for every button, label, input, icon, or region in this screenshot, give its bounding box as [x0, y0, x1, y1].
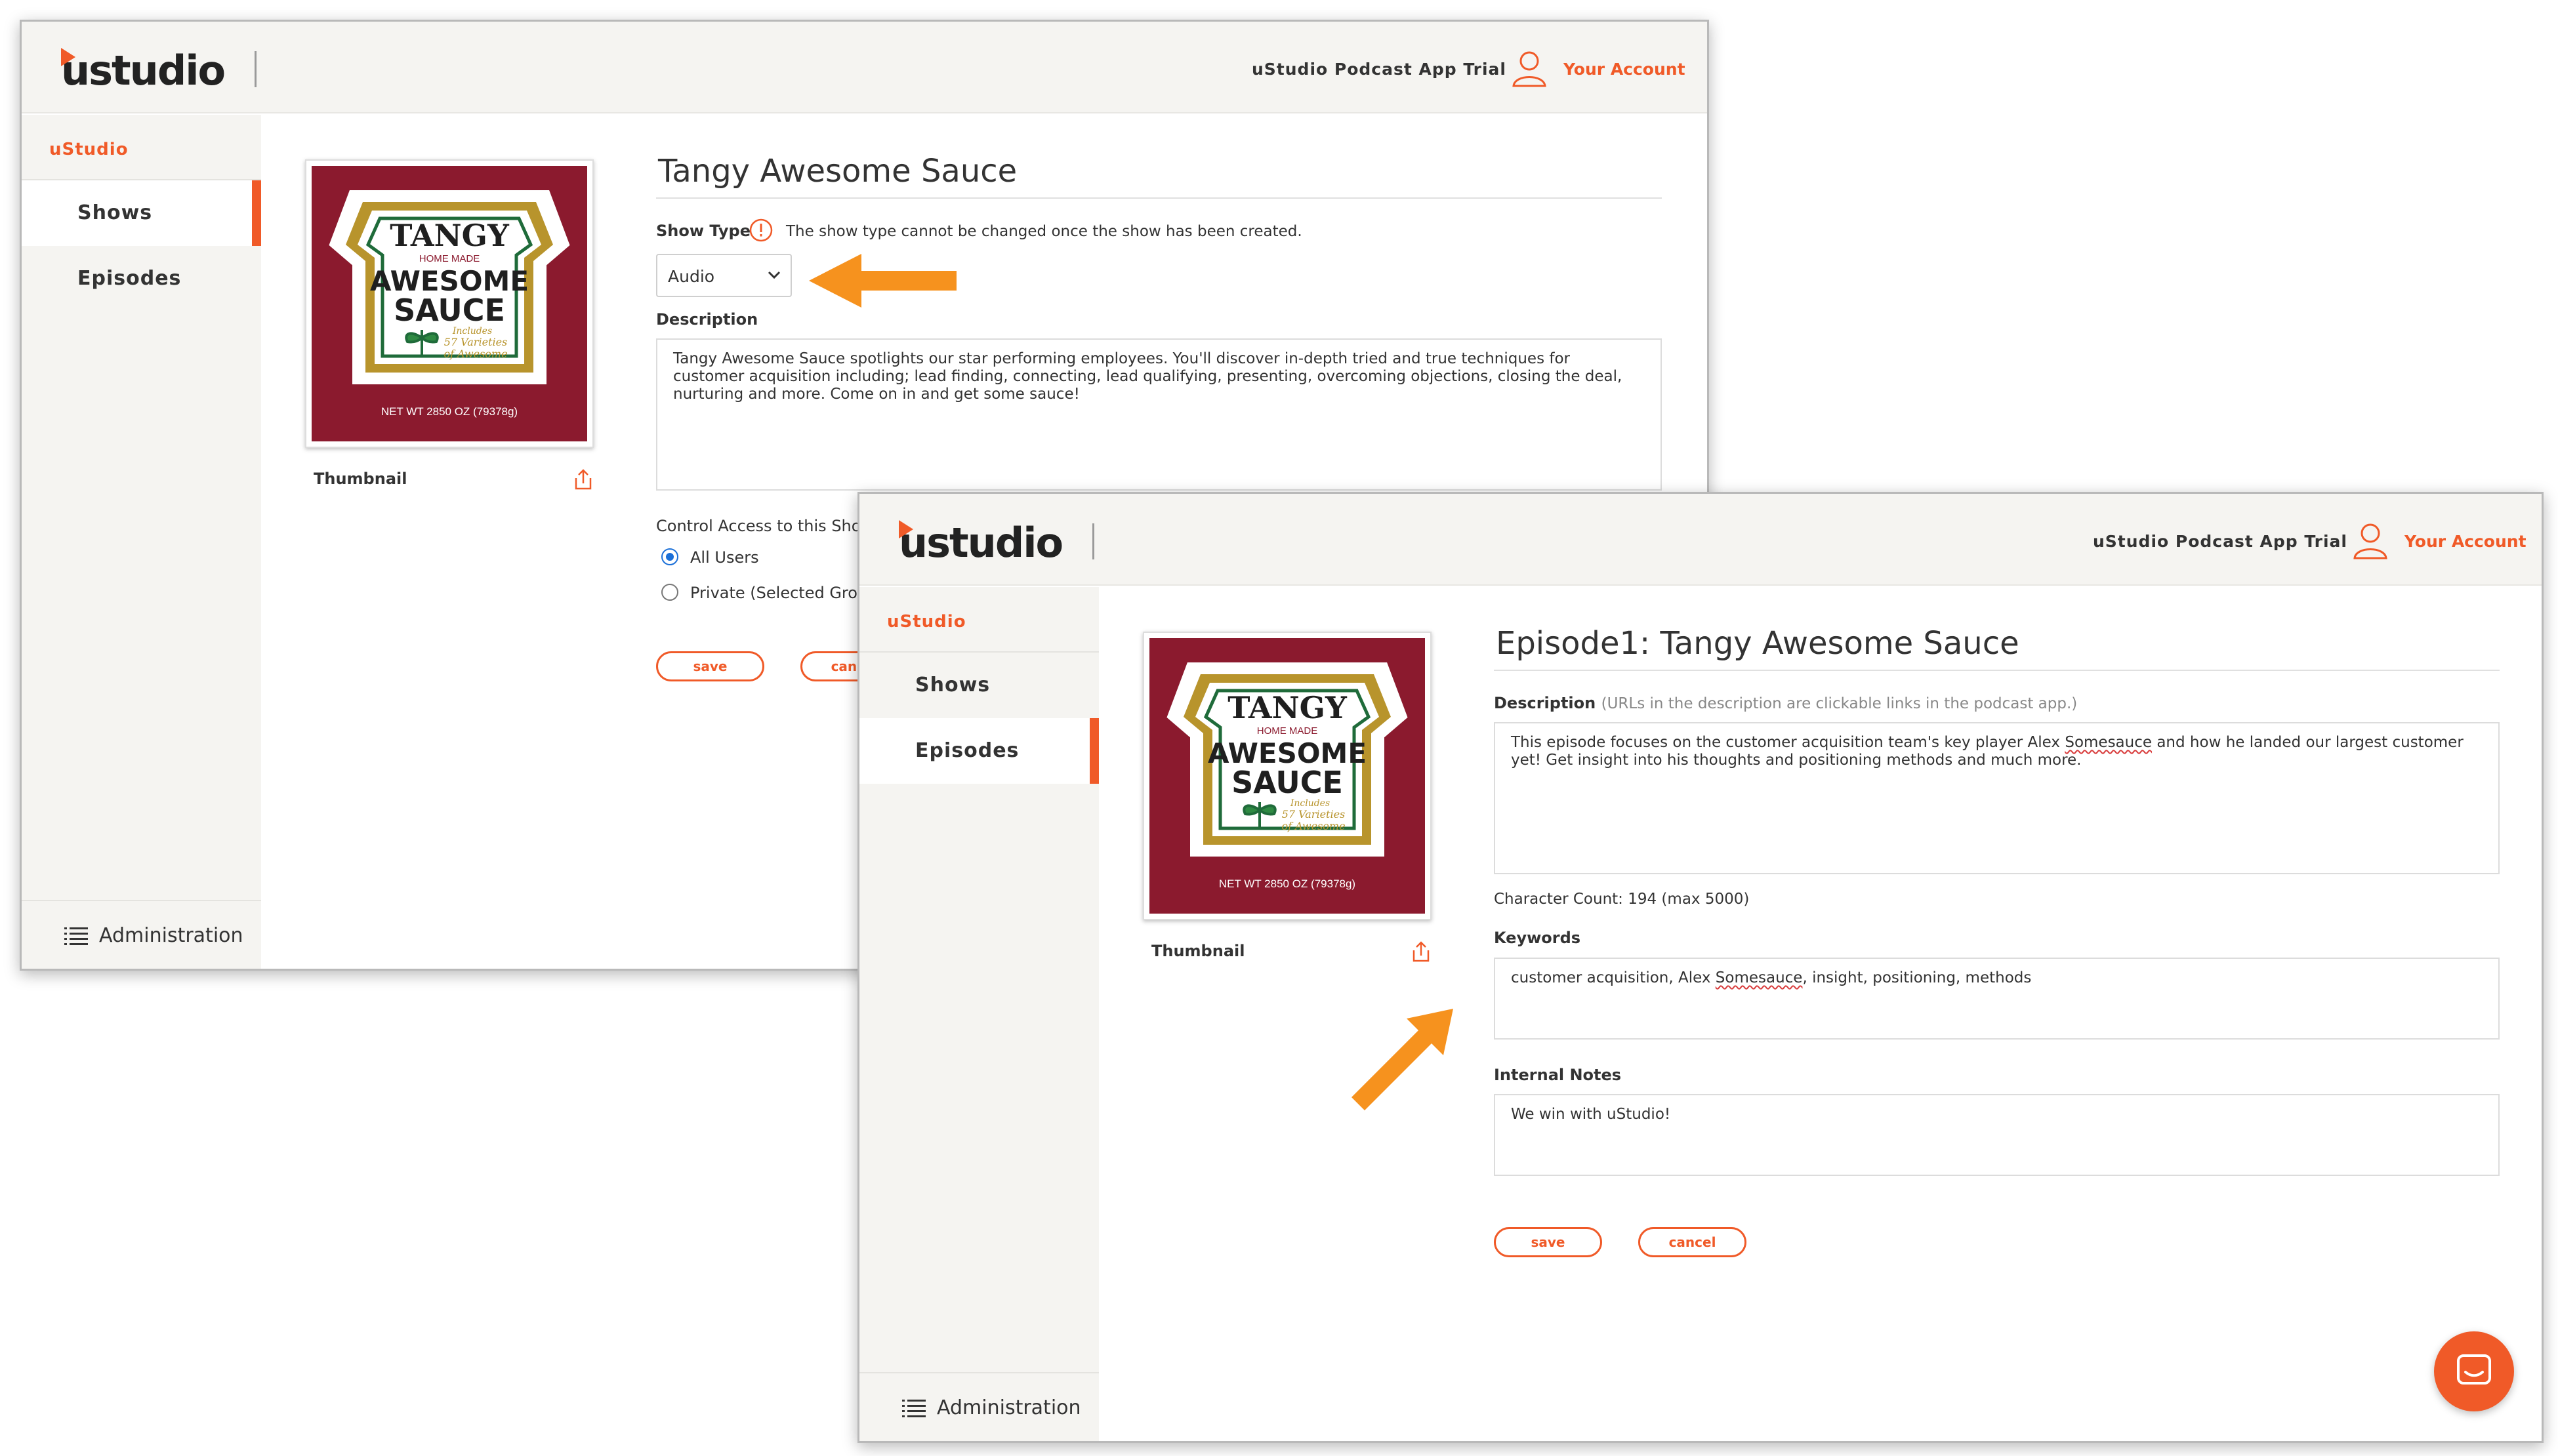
misspelled-word: Somesauce [2065, 734, 2153, 751]
sidebar-brand: uStudio [49, 140, 129, 159]
sidebar-item-shows[interactable]: Shows [22, 180, 261, 246]
list-icon [902, 1400, 926, 1417]
show-type-label: Show Type [656, 222, 751, 240]
play-icon [61, 48, 75, 66]
cancel-button[interactable]: cancel [1638, 1227, 1746, 1257]
radio-button[interactable] [661, 584, 678, 601]
svg-text:SAUCE: SAUCE [394, 293, 505, 328]
description-hint: (URLs in the description are clickable l… [1601, 695, 2078, 712]
show-type-hint: The show type cannot be changed once the… [786, 223, 1302, 240]
sidebar: uStudio Shows Episodes Administration [22, 115, 261, 969]
page-title: Episode1: Tangy Awesome Sauce [1496, 625, 2019, 662]
episode-thumbnail[interactable]: TANGY HOME MADE AWESOME SAUCE Includes 5… [1143, 632, 1432, 920]
top-bar: ustudio uStudio Podcast App Trial Your A… [22, 22, 1707, 113]
episode-description-input[interactable]: This episode focuses on the customer acq… [1494, 722, 2500, 874]
misspelled-word: Somesauce [1715, 969, 1803, 986]
svg-text:Includes: Includes [452, 326, 492, 336]
app-name: uStudio Podcast App Trial [2093, 532, 2348, 551]
show-description-input[interactable]: Tangy Awesome Sauce spotlights our star … [656, 338, 1662, 491]
thumbnail-label: Thumbnail [1151, 942, 1245, 960]
sidebar-brand: uStudio [887, 612, 966, 632]
sidebar-item-episodes[interactable]: Episodes [859, 718, 1099, 784]
account-icon[interactable] [2352, 521, 2389, 561]
svg-text:NET WT 2850 OZ (79378g): NET WT 2850 OZ (79378g) [381, 405, 518, 418]
chat-launcher-button[interactable] [2434, 1331, 2514, 1411]
show-thumbnail[interactable]: TANGY HOME MADE AWESOME SAUCE Includes 5… [305, 159, 594, 448]
info-icon[interactable] [749, 218, 774, 243]
internal-notes-input[interactable]: We win with uStudio! [1494, 1094, 2500, 1176]
upload-icon[interactable] [1409, 940, 1433, 963]
your-account-link[interactable]: Your Account [1563, 60, 1685, 79]
internal-notes-label: Internal Notes [1494, 1066, 1622, 1084]
svg-text:TANGY: TANGY [1227, 690, 1348, 725]
svg-text:of Awesome: of Awesome [1281, 820, 1345, 832]
sidebar-header: uStudio [22, 115, 261, 180]
svg-text:of Awesome: of Awesome [444, 348, 507, 360]
ustudio-logo[interactable]: ustudio [61, 47, 226, 94]
logo-divider [255, 51, 257, 87]
annotation-arrow-left [809, 254, 957, 308]
sidebar: uStudio Shows Episodes Administration [859, 587, 1099, 1441]
tangy-sauce-label-image: TANGY HOME MADE AWESOME SAUCE Includes 5… [1149, 638, 1425, 914]
app-name: uStudio Podcast App Trial [1252, 60, 1507, 79]
sidebar-item-administration[interactable]: Administration [22, 900, 261, 969]
top-bar: ustudio uStudio Podcast App Trial Your A… [859, 494, 2542, 586]
keywords-label: Keywords [1494, 929, 1581, 947]
svg-text:57 Varieties: 57 Varieties [1282, 808, 1346, 820]
description-label: Description [656, 310, 758, 329]
ustudio-logo[interactable]: ustudio [899, 519, 1063, 567]
list-icon [64, 927, 88, 945]
svg-text:NET WT 2850 OZ (79378g): NET WT 2850 OZ (79378g) [1219, 878, 1355, 890]
character-count: Character Count: 194 (max 5000) [1494, 891, 1750, 908]
save-button[interactable]: save [1494, 1227, 1602, 1257]
svg-text:Includes: Includes [1290, 798, 1330, 809]
save-button[interactable]: save [656, 651, 764, 681]
svg-text:57 Varieties: 57 Varieties [444, 336, 508, 348]
upload-icon[interactable] [571, 468, 595, 491]
chevron-down-icon [768, 271, 781, 279]
svg-text:SAUCE: SAUCE [1231, 765, 1343, 800]
access-label: Control Access to this Show [656, 517, 875, 535]
sidebar-item-episodes[interactable]: Episodes [22, 246, 261, 312]
account-icon[interactable] [1511, 49, 1548, 89]
thumbnail-label: Thumbnail [314, 470, 407, 488]
show-type-select[interactable]: Audio [656, 254, 792, 297]
page-title: Tangy Awesome Sauce [658, 153, 1018, 190]
sidebar-header: uStudio [859, 587, 1099, 653]
sidebar-item-administration[interactable]: Administration [859, 1372, 1099, 1441]
episode-edit-window: ustudio uStudio Podcast App Trial Your A… [857, 492, 2544, 1443]
svg-text:HOME MADE: HOME MADE [1257, 725, 1318, 737]
svg-text:HOME MADE: HOME MADE [419, 253, 480, 264]
annotation-arrow-diagonal [1351, 1009, 1453, 1110]
tangy-sauce-label-image: TANGY HOME MADE AWESOME SAUCE Includes 5… [312, 166, 587, 441]
keywords-input[interactable]: customer acquisition, Alex Somesauce, in… [1494, 958, 2500, 1040]
svg-text:TANGY: TANGY [390, 218, 510, 253]
sidebar-item-shows[interactable]: Shows [859, 653, 1099, 718]
title-divider [656, 197, 1662, 199]
play-icon [899, 520, 913, 538]
logo-divider [1092, 523, 1094, 559]
radio-button[interactable] [661, 548, 678, 565]
title-divider [1494, 670, 2500, 671]
chat-icon [2457, 1354, 2491, 1385]
description-label: Description (URLs in the description are… [1494, 694, 2078, 712]
your-account-link[interactable]: Your Account [2404, 532, 2527, 551]
